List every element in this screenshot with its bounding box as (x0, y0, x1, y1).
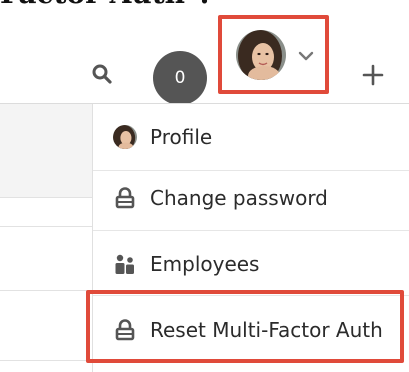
user-avatar (236, 30, 286, 80)
user-menu-button[interactable] (218, 15, 329, 94)
background-row-highlight (0, 104, 92, 197)
page-heading-fragment: Factor Auth". (0, 0, 209, 14)
menu-item-reset-mfa[interactable]: Reset Multi-Factor Auth (93, 297, 409, 363)
notification-count: 0 (174, 68, 186, 88)
menu-item-label: Change password (150, 186, 328, 210)
avatar-icon (113, 125, 137, 149)
search-icon[interactable] (90, 62, 114, 86)
menu-item-label: Reset Multi-Factor Auth (150, 318, 383, 342)
menu-separator (93, 295, 409, 296)
menu-item-label: Employees (150, 252, 260, 276)
menu-item-profile[interactable]: Profile (93, 104, 409, 170)
top-toolbar: 0 (0, 18, 409, 105)
menu-item-label: Profile (150, 125, 213, 149)
background-row-divider (0, 360, 92, 361)
menu-item-change-password[interactable]: Change password (93, 165, 409, 231)
menu-item-employees[interactable]: Employees (93, 231, 409, 297)
background-row-divider (0, 197, 92, 198)
background-row-divider (0, 226, 92, 227)
lock-icon (113, 318, 137, 342)
notification-count-badge[interactable]: 0 (153, 51, 207, 105)
people-icon (113, 252, 137, 276)
background-row-divider (0, 290, 92, 291)
lock-icon (113, 186, 137, 210)
chevron-down-icon (298, 47, 314, 61)
background-content (0, 104, 92, 372)
plus-icon[interactable] (362, 64, 384, 86)
user-dropdown-menu: Profile Change password Employees Reset … (92, 104, 409, 372)
